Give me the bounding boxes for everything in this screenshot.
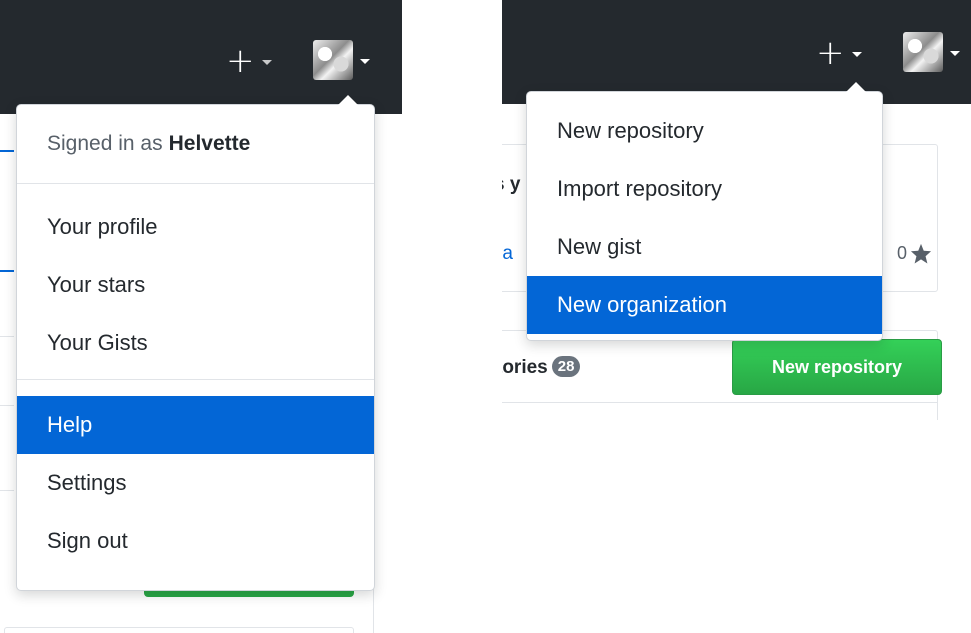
repositories-count: 28 xyxy=(551,356,581,377)
menu-item-import-repository[interactable]: Import repository xyxy=(527,160,882,218)
background-partial-heading: s y xyxy=(502,174,521,195)
avatar xyxy=(313,40,353,80)
new-repository-button[interactable]: New repository xyxy=(732,339,942,395)
plus-icon: + xyxy=(226,41,255,81)
caret-down-icon xyxy=(360,59,370,64)
user-menu-button[interactable] xyxy=(313,40,370,80)
caret-down-icon xyxy=(261,60,272,65)
menu-item-new-gist[interactable]: New gist xyxy=(527,218,882,276)
repositories-label: tories xyxy=(502,357,548,378)
star-count-value: 0 xyxy=(897,243,908,263)
menu-item-your-profile[interactable]: Your profile xyxy=(17,198,374,256)
left-screenshot: + Signed in as Helvette Your profile You… xyxy=(0,0,402,633)
background-underline xyxy=(0,270,14,272)
background-divider xyxy=(0,336,14,337)
plus-icon: + xyxy=(816,33,845,73)
repositories-heading: tories28 xyxy=(502,356,581,379)
header-bar: + xyxy=(502,0,971,104)
username: Helvette xyxy=(168,132,251,155)
user-menu-button[interactable] xyxy=(903,32,960,72)
menu-item-your-stars[interactable]: Your stars xyxy=(17,256,374,314)
menu-item-sign-out[interactable]: Sign out xyxy=(17,512,374,570)
background-divider xyxy=(502,402,938,403)
right-screenshot: + s y ra 0 tories28 New repository New r… xyxy=(502,0,971,420)
avatar xyxy=(903,32,943,72)
background-underline xyxy=(0,150,14,152)
create-new-button[interactable]: + xyxy=(226,44,272,78)
caret-down-icon xyxy=(851,52,862,57)
menu-item-your-gists[interactable]: Your Gists xyxy=(17,314,374,372)
caret-down-icon xyxy=(950,51,960,56)
menu-item-help[interactable]: Help xyxy=(17,396,374,454)
star-icon xyxy=(910,243,932,264)
menu-item-new-repository[interactable]: New repository xyxy=(527,102,882,160)
background-box xyxy=(4,627,354,633)
user-dropdown-menu: Signed in as Helvette Your profile Your … xyxy=(16,95,375,591)
signed-in-header: Signed in as Helvette xyxy=(17,105,374,183)
background-divider xyxy=(0,405,14,406)
menu-item-new-organization[interactable]: New organization xyxy=(527,276,882,334)
background-partial-link: ra xyxy=(502,243,513,264)
star-count: 0 xyxy=(897,243,932,264)
create-dropdown-menu: New repository Import repository New gis… xyxy=(526,82,883,341)
signed-in-label: Signed in as xyxy=(47,132,163,155)
menu-item-settings[interactable]: Settings xyxy=(17,454,374,512)
create-new-button[interactable]: + xyxy=(816,36,862,70)
background-divider xyxy=(0,490,14,491)
